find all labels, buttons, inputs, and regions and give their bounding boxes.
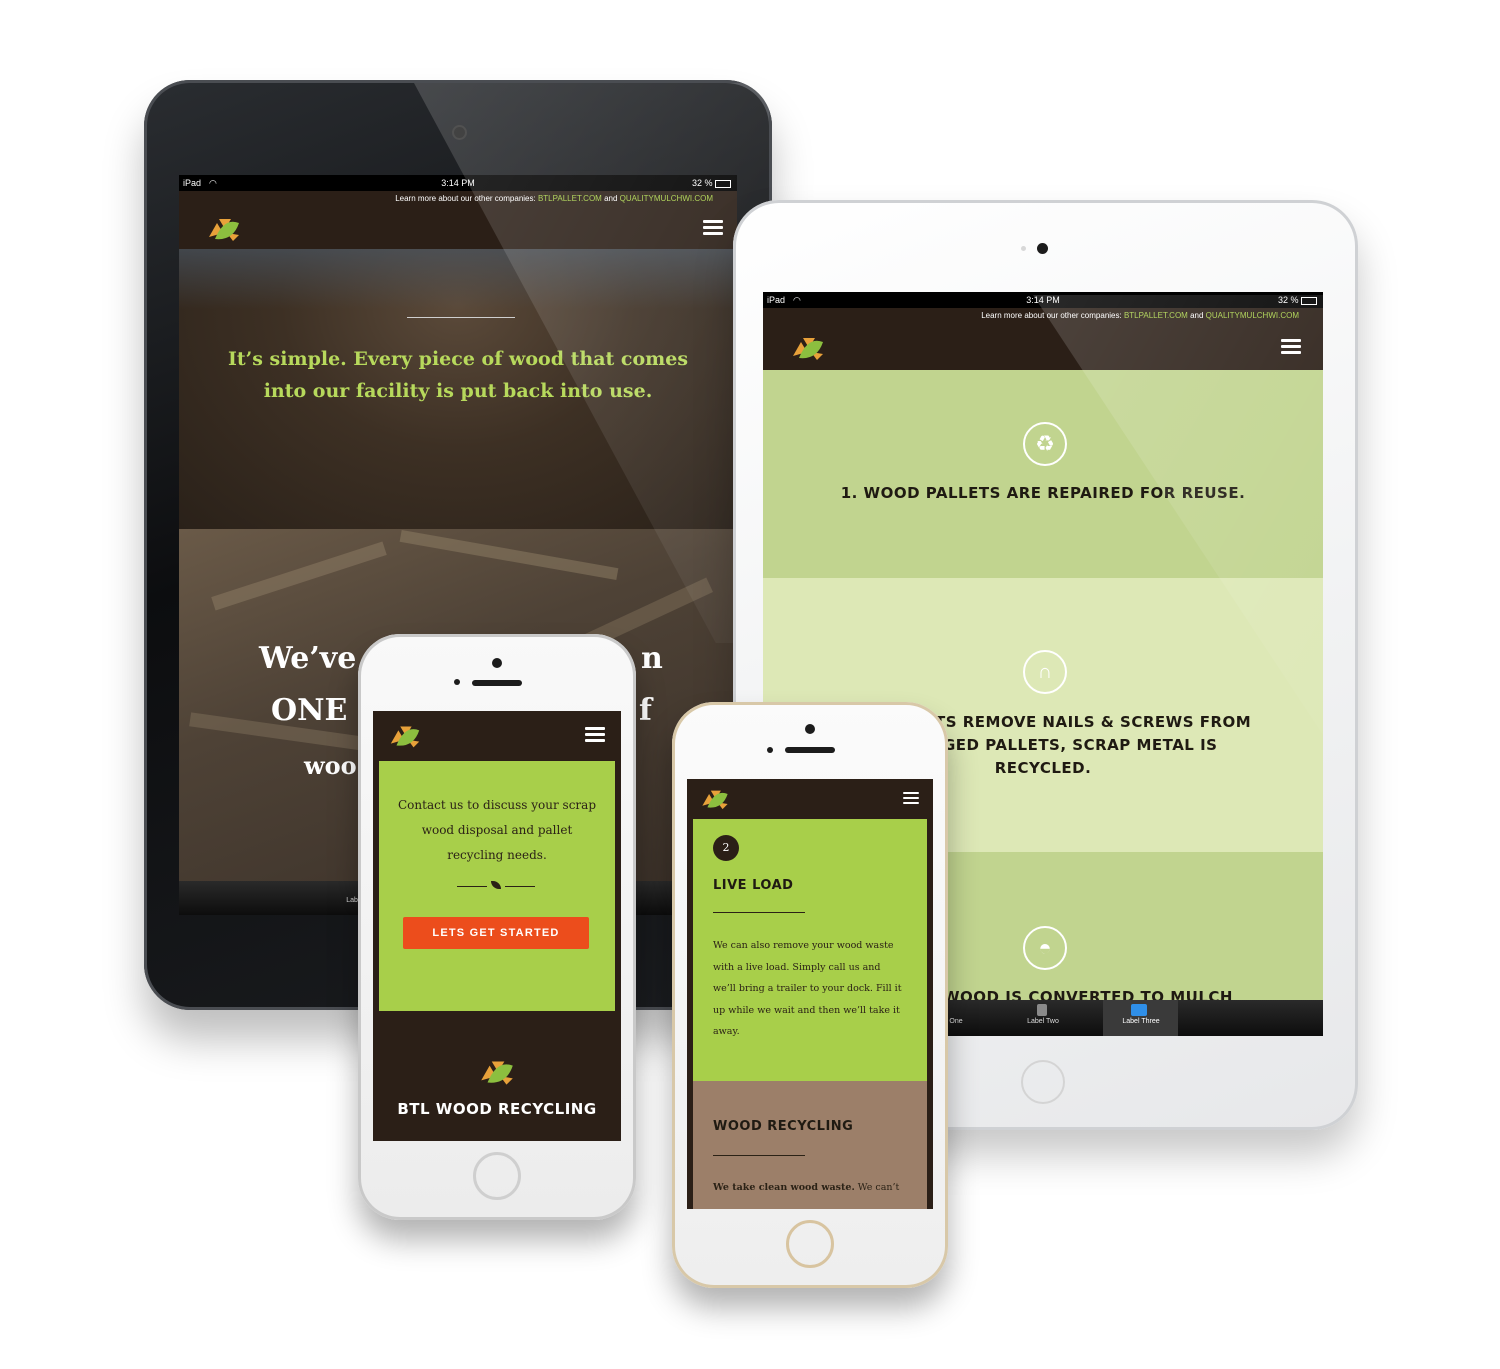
battery-indicator: 32 % — [692, 175, 731, 191]
contact-line-2: wood disposal and pallet — [421, 823, 573, 837]
battery-icon — [715, 179, 731, 188]
iphone-gold-screen: 2 LIVE LOAD We can also remove your wood… — [687, 779, 933, 1209]
mulch-pile-icon: ◓ — [1023, 926, 1067, 970]
and-text: and — [604, 194, 618, 203]
wood-bold-text: We take clean wood waste. — [713, 1182, 855, 1193]
step-number-badge: 2 — [713, 835, 739, 861]
contact-line-3: recycling needs. — [447, 848, 547, 862]
companies-text: Learn more about our other companies: — [981, 311, 1122, 320]
hero-divider — [407, 317, 515, 318]
earpiece-speaker — [472, 680, 522, 686]
qualitymulch-link[interactable]: QUALITYMULCHWI.COM — [620, 194, 713, 203]
site-header — [763, 324, 1323, 370]
qualitymulch-link[interactable]: QUALITYMULCHWI.COM — [1206, 311, 1299, 320]
menu-icon[interactable] — [1281, 339, 1301, 355]
site-header — [179, 207, 737, 249]
light-sensor — [1021, 246, 1026, 251]
recycle-leaf-logo[interactable] — [699, 785, 731, 813]
title-underline-2 — [713, 1155, 805, 1156]
battery-percent: 32 % — [1277, 295, 1299, 305]
leaf-icon — [491, 881, 501, 889]
companies-text: Learn more about our other companies: — [395, 194, 536, 203]
btlpallet-link[interactable]: BTLPALLET.COM — [538, 194, 602, 203]
mulch-hero: It’s simple. Every piece of wood that co… — [179, 249, 737, 529]
status-time: 3:14 PM — [441, 178, 475, 188]
pallets-headline-3: woo — [304, 751, 357, 780]
live-load-body: We can also remove your wood waste with … — [713, 935, 913, 1043]
live-load-line-4: up while we wait and then we’ll take it — [713, 1004, 900, 1016]
hero-headline-2: into our facility is put back into use. — [263, 380, 653, 402]
and-text: and — [1190, 311, 1204, 320]
pallets-headline-1a: We’ve — [259, 641, 357, 676]
companies-bar: Learn more about our other companies: BT… — [179, 191, 737, 207]
companies-bar: Learn more about our other companies: BT… — [763, 308, 1323, 324]
iphone-silver-device: Contact us to discuss your scrap wood di… — [358, 634, 636, 1220]
monitor-icon — [1131, 1004, 1147, 1016]
site-header — [687, 779, 933, 819]
proximity-sensor — [454, 679, 460, 685]
site-header — [373, 711, 621, 761]
divider-left — [457, 886, 487, 887]
btlpallet-link[interactable]: BTLPALLET.COM — [1124, 311, 1188, 320]
live-load-line-3: we’ll bring a trailer to your dock. Fill… — [713, 983, 902, 994]
step-2-line-1: TS REMOVE NAILS & SCREWS FROM — [935, 713, 1252, 731]
menu-icon[interactable] — [703, 220, 723, 236]
menu-icon[interactable] — [903, 792, 919, 808]
footer-logo — [481, 1061, 513, 1085]
recycle-leaf-logo[interactable] — [205, 213, 243, 245]
wood-recycling-section: WOOD RECYCLING We take clean wood waste.… — [693, 1081, 927, 1209]
live-load-title: LIVE LOAD — [713, 878, 794, 893]
contact-line-1: Contact us to discuss your scrap — [397, 798, 597, 812]
divider-right — [505, 886, 535, 887]
pallets-headline-1b: n — [641, 641, 663, 676]
battery-indicator: 32 % — [1278, 292, 1317, 308]
pallets-headline-2b: f — [639, 693, 652, 728]
proximity-sensor — [767, 747, 773, 753]
front-camera — [452, 125, 467, 140]
lets-get-started-button[interactable]: LETS GET STARTED — [403, 917, 589, 949]
footer-brand: BTL WOOD RECYCLING — [397, 1100, 597, 1118]
home-button[interactable] — [786, 1220, 834, 1268]
menu-icon[interactable] — [585, 727, 605, 743]
recycle-icon: ♻ — [1023, 422, 1067, 466]
live-load-line-2: with a live load. Simply call us and — [713, 961, 881, 973]
wood-rest-text: We can’t — [854, 1182, 900, 1193]
wood-recycling-body: We take clean wood waste. We can’t — [713, 1182, 899, 1193]
plank-1 — [211, 541, 387, 611]
status-bar: iPad ◠ 3:14 PM 32 % — [179, 175, 737, 191]
title-underline — [713, 912, 805, 913]
step-2-line-2: GED PALLETS, SCRAP METAL IS — [943, 736, 1218, 754]
battery-icon — [1301, 296, 1317, 305]
front-camera — [1037, 243, 1048, 254]
earpiece-speaker — [785, 747, 835, 753]
live-load-line-5: away. — [713, 1026, 740, 1037]
contact-section: Contact us to discuss your scrap wood di… — [379, 761, 615, 1011]
status-bar: iPad ◠ 3:14 PM 32 % — [763, 292, 1323, 308]
live-load-section: 2 LIVE LOAD We can also remove your wood… — [693, 819, 927, 1081]
step-1-section: ♻ 1. WOOD PALLETS ARE REPAIRED FOR REUSE… — [763, 370, 1323, 578]
front-camera — [805, 724, 815, 734]
front-camera — [492, 658, 502, 668]
contact-text: Contact us to discuss your scrap wood di… — [379, 793, 615, 868]
iphone-silver-screen: Contact us to discuss your scrap wood di… — [373, 711, 621, 1141]
tab-label-three[interactable]: Label Three — [1109, 1018, 1173, 1025]
hero-headline-1: It’s simple. Every piece of wood that co… — [227, 348, 689, 370]
tab-label-two[interactable]: Label Two — [1013, 1018, 1073, 1025]
battery-percent: 32 % — [691, 178, 713, 188]
recycle-leaf-logo[interactable] — [789, 332, 827, 364]
ipod-icon — [1037, 1004, 1047, 1016]
home-button[interactable] — [473, 1152, 521, 1200]
wood-recycling-title: WOOD RECYCLING — [713, 1119, 854, 1134]
magnet-icon: ∩ — [1023, 650, 1067, 694]
plank-2 — [399, 529, 619, 581]
iphone-gold-device: 2 LIVE LOAD We can also remove your wood… — [672, 702, 948, 1288]
home-button[interactable] — [1021, 1060, 1065, 1104]
sky-band — [179, 249, 737, 309]
recycle-leaf-logo[interactable] — [387, 720, 423, 752]
step-1-title: 1. WOOD PALLETS ARE REPAIRED FOR REUSE. — [840, 484, 1246, 502]
live-load-line-1: We can also remove your wood waste — [713, 940, 894, 951]
status-time: 3:14 PM — [1026, 295, 1060, 305]
